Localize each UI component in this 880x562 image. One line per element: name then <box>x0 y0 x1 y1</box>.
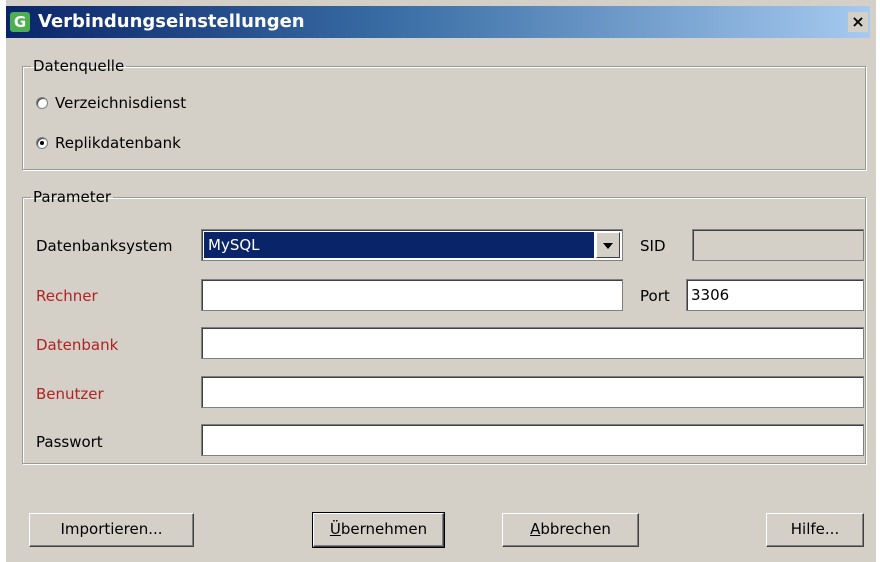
database-field[interactable] <box>201 327 864 359</box>
radio-verzeichnisdienst[interactable]: Verzeichnisdienst <box>36 92 186 114</box>
user-label: Benutzer <box>36 385 104 403</box>
close-button[interactable]: × <box>848 12 868 32</box>
dbsystem-selected-value: MySQL <box>204 232 594 258</box>
parameter-legend: Parameter <box>33 188 112 206</box>
app-logo-icon: G <box>10 12 30 32</box>
chevron-down-icon[interactable] <box>596 232 620 258</box>
host-label: Rechner <box>36 287 98 305</box>
radio-replikdatenbank[interactable]: Replikdatenbank <box>36 132 181 154</box>
port-label: Port <box>640 287 670 305</box>
title-bar[interactable]: G Verbindungseinstellungen × <box>6 6 870 38</box>
radio-unchecked-icon[interactable] <box>36 97 48 109</box>
radio-checked-icon[interactable] <box>36 137 48 149</box>
datasource-legend: Datenquelle <box>33 57 125 75</box>
cancel-mnemonic: A <box>530 520 541 538</box>
database-label: Datenbank <box>36 336 119 354</box>
dbsystem-select[interactable]: MySQL <box>201 229 623 261</box>
password-field[interactable] <box>201 424 864 456</box>
cancel-label: bbrechen <box>540 520 611 538</box>
port-field[interactable] <box>686 279 864 311</box>
sid-label: SID <box>640 237 666 255</box>
sid-field[interactable] <box>692 229 864 261</box>
apply-label: bernehmen <box>340 520 428 538</box>
apply-mnemonic: Ü <box>329 520 341 538</box>
dbsystem-label: Datenbanksystem <box>36 237 173 255</box>
help-button[interactable]: Hilfe... <box>766 513 864 547</box>
radio-replikdatenbank-label: Replikdatenbank <box>55 134 181 152</box>
cancel-button[interactable]: Abbrechen <box>502 513 639 547</box>
dialog-title: Verbindungseinstellungen <box>38 11 305 32</box>
radio-verzeichnisdienst-label: Verzeichnisdienst <box>55 94 187 112</box>
user-field[interactable] <box>201 376 864 408</box>
import-button[interactable]: Importieren... <box>29 513 194 547</box>
apply-button[interactable]: Übernehmen <box>312 512 445 548</box>
host-field[interactable] <box>201 279 623 311</box>
password-label: Passwort <box>36 433 103 451</box>
